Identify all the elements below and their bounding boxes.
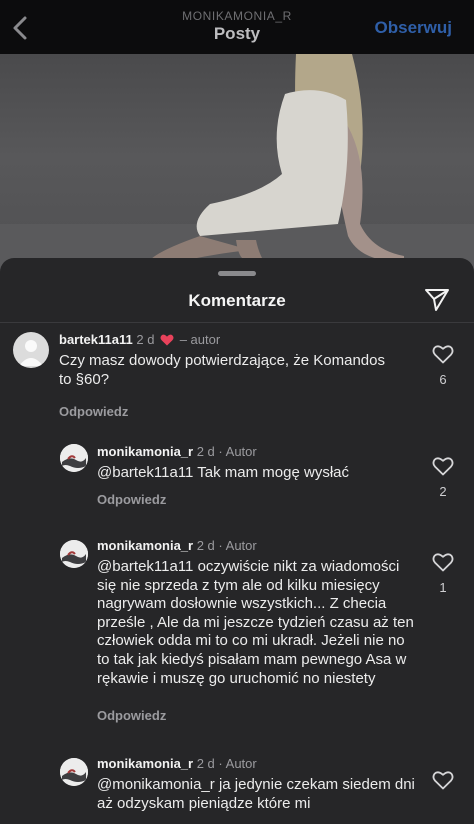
avatar[interactable] [60, 540, 88, 568]
comment-text: @bartek11a11 Tak mam mogę wysłać [97, 464, 350, 481]
comment-reply-item: monikamonia_r 2 d · Autor @monikamonia_r… [0, 748, 474, 824]
comment-meta: monikamonia_r 2 d · Autor [97, 538, 257, 553]
comment-text: @monikamonia_r ja jedynie czekam siedem … [97, 776, 415, 812]
reply-button[interactable]: Odpowiedz [97, 492, 166, 507]
comment-username[interactable]: monikamonia_r [97, 756, 193, 771]
avatar[interactable] [60, 444, 88, 472]
profile-photo-icon [60, 444, 88, 472]
sheet-divider [0, 322, 474, 323]
reply-button[interactable]: Odpowiedz [59, 404, 128, 419]
sheet-title: Komentarze [188, 291, 286, 310]
comment-reply-item: monikamonia_r 2 d · Autor @bartek11a11 o… [0, 530, 474, 748]
author-tag: · Autor [218, 444, 257, 459]
author-tag: – autor [179, 332, 221, 347]
like-count: 6 [439, 372, 447, 387]
comment-reply-item: monikamonia_r 2 d · Autor @bartek11a11 T… [0, 434, 474, 530]
author-tag: · Autor [218, 756, 257, 771]
sheet-drag-handle[interactable] [218, 271, 256, 276]
comment-meta: monikamonia_r 2 d · Autor [97, 756, 257, 771]
avatar[interactable] [13, 332, 49, 368]
comment-text: Czy masz dowody potwierdzające, że Koman… [59, 352, 385, 388]
like-heart-icon[interactable] [432, 456, 454, 476]
comment-time: 2 d [196, 756, 215, 771]
author-liked-heart-icon [160, 334, 174, 349]
author-tag: · Autor [218, 538, 257, 553]
like-heart-icon[interactable] [432, 552, 454, 572]
like-count: 1 [439, 580, 447, 595]
comment-username[interactable]: monikamonia_r [97, 444, 193, 459]
comment-username[interactable]: bartek11a11 [59, 332, 133, 347]
like-count: 2 [439, 484, 447, 499]
profile-photo-icon [60, 758, 88, 786]
post-photo [0, 54, 474, 284]
comment-item: bartek11a11 2 d – autor Czy masz dowody … [0, 324, 474, 434]
post-header: MONIKAMONIA_R Posty Obserwuj [0, 0, 474, 54]
follow-button[interactable]: Obserwuj [375, 18, 452, 38]
like-heart-icon[interactable] [432, 770, 454, 790]
comment-time: 2 d [196, 538, 215, 553]
comments-sheet: Komentarze bartek11a11 2 d – autor Czy m… [0, 258, 474, 824]
send-icon[interactable] [424, 288, 450, 312]
like-heart-icon[interactable] [432, 344, 454, 364]
comment-meta: bartek11a11 2 d – autor [59, 332, 220, 349]
avatar[interactable] [60, 758, 88, 786]
default-avatar-icon [19, 340, 43, 366]
comment-username[interactable]: monikamonia_r [97, 538, 193, 553]
comment-time: 2 d [136, 332, 155, 347]
comment-text: @bartek11a11 oczywiście nikt za wiadomoś… [97, 558, 414, 687]
comment-meta: monikamonia_r 2 d · Autor [97, 444, 257, 459]
comment-time: 2 d [196, 444, 215, 459]
reply-button[interactable]: Odpowiedz [97, 708, 166, 723]
profile-photo-icon [60, 540, 88, 568]
post-photo-illustration [0, 54, 474, 284]
